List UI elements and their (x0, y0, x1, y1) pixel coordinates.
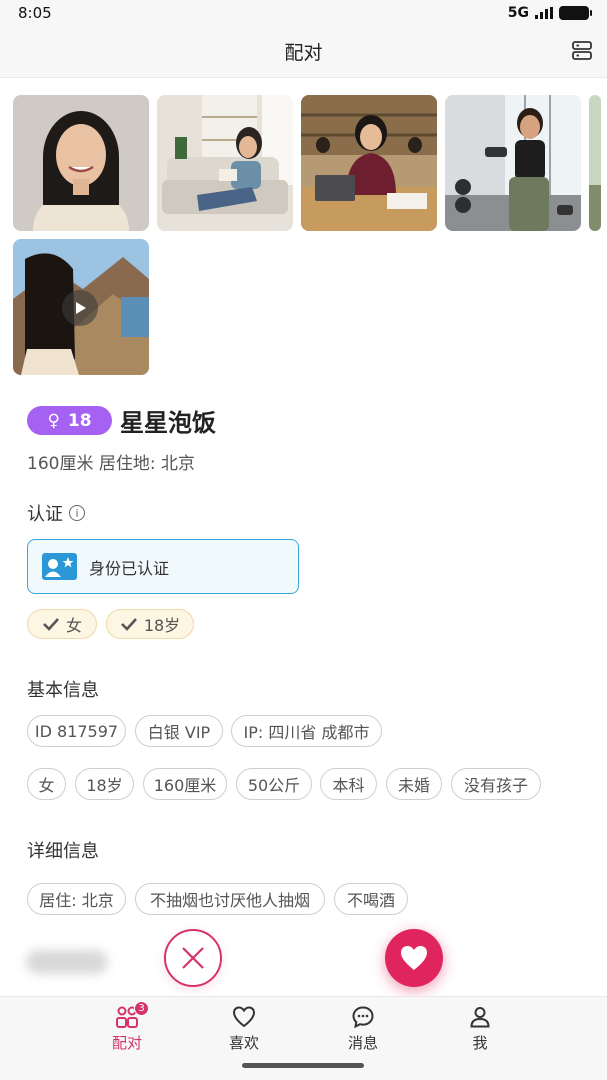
photo-thumb-partial[interactable] (589, 95, 601, 231)
profile-header: ♀ 18 星星泡饭 (27, 403, 216, 438)
nickname: 星星泡饭 (120, 409, 216, 437)
photo-thumb-portrait[interactable] (13, 95, 149, 231)
verified-tag-age-label: 18岁 (143, 616, 181, 635)
info-pill-gender: 女 (27, 768, 66, 800)
top-bar: 配对 (0, 26, 607, 78)
info-icon[interactable]: i (69, 505, 85, 521)
info-pill-children: 没有孩子 (451, 768, 541, 800)
verified-tag-gender-label: 女 (65, 616, 82, 635)
dislike-button[interactable] (164, 929, 222, 987)
close-icon (182, 947, 204, 969)
verified-tag-age: 18岁 (106, 609, 194, 639)
nav-label-likes: 喜欢 (228, 1034, 259, 1052)
verification-title: 认证 (27, 504, 63, 525)
nav-item-me[interactable]: 我 (450, 1005, 510, 1053)
info-pill-ip: IP: 四川省 成都市 (231, 715, 382, 747)
nav-badge: 3 (134, 1001, 149, 1016)
info-pill-weight: 50公斤 (236, 768, 312, 800)
verification-section-title: 认证 i (27, 500, 85, 526)
status-time: 8:05 (18, 4, 52, 22)
info-pill-marital: 未婚 (386, 768, 442, 800)
user-icon (468, 1005, 492, 1029)
check-icon (43, 618, 59, 631)
info-pill-education: 本科 (320, 768, 377, 800)
nav-item-messages[interactable]: 消息 (333, 1005, 393, 1053)
age-value: 18 (67, 410, 92, 431)
nav-item-likes[interactable]: 喜欢 (214, 1005, 274, 1053)
check-icon (120, 618, 137, 631)
nav-label-me: 我 (472, 1034, 488, 1052)
battery-icon (559, 6, 592, 20)
status-bar: 8:05 5G (0, 0, 607, 26)
female-icon: ♀ (47, 410, 60, 431)
home-indicator[interactable] (242, 1063, 364, 1068)
photo-thumb-sofa[interactable] (157, 95, 293, 231)
signal-icon (535, 7, 553, 19)
nav-item-match[interactable]: 3 配对 (97, 1001, 157, 1053)
chat-bubble-icon (351, 1005, 375, 1029)
nav-label-match: 配对 (111, 1034, 142, 1052)
status-indicators: 5G (507, 5, 592, 21)
basic-info-title: 基本信息 (27, 680, 99, 701)
info-pill-vip: 白银 VIP (135, 715, 223, 747)
detail-info-title: 详细信息 (27, 841, 99, 862)
like-button[interactable] (385, 929, 443, 987)
profile-subinfo: 160厘米 居住地: 北京 (27, 454, 195, 474)
server-stack-icon[interactable] (571, 40, 593, 62)
play-icon[interactable] (62, 290, 98, 326)
id-verified-label: 身份已认证 (89, 558, 170, 578)
gender-age-badge: ♀ 18 (27, 406, 112, 435)
detail-pill-smoking: 不抽烟也讨厌他人抽烟 (135, 883, 325, 915)
info-pill-height: 160厘米 (143, 768, 227, 800)
photo-thumb-mountain-video[interactable] (13, 239, 149, 375)
detail-pill-residence: 居住: 北京 (27, 883, 126, 915)
people-icon: 3 (115, 1001, 149, 1029)
page-title: 配对 (284, 42, 323, 64)
id-card-icon (42, 553, 77, 580)
blurred-text (26, 950, 108, 974)
photo-thumb-gym[interactable] (445, 95, 581, 231)
heart-outline-icon (232, 1005, 256, 1029)
network-label: 5G (507, 5, 529, 21)
verified-tag-gender: 女 (27, 609, 97, 639)
detail-pill-drinking: 不喝酒 (334, 883, 408, 915)
heart-icon (401, 946, 427, 970)
nav-label-messages: 消息 (347, 1034, 378, 1052)
photo-thumb-library[interactable] (301, 95, 437, 231)
info-pill-age: 18岁 (75, 768, 134, 800)
id-verified-card[interactable]: 身份已认证 (27, 539, 299, 594)
info-pill-id: ID 817597 (27, 715, 126, 747)
